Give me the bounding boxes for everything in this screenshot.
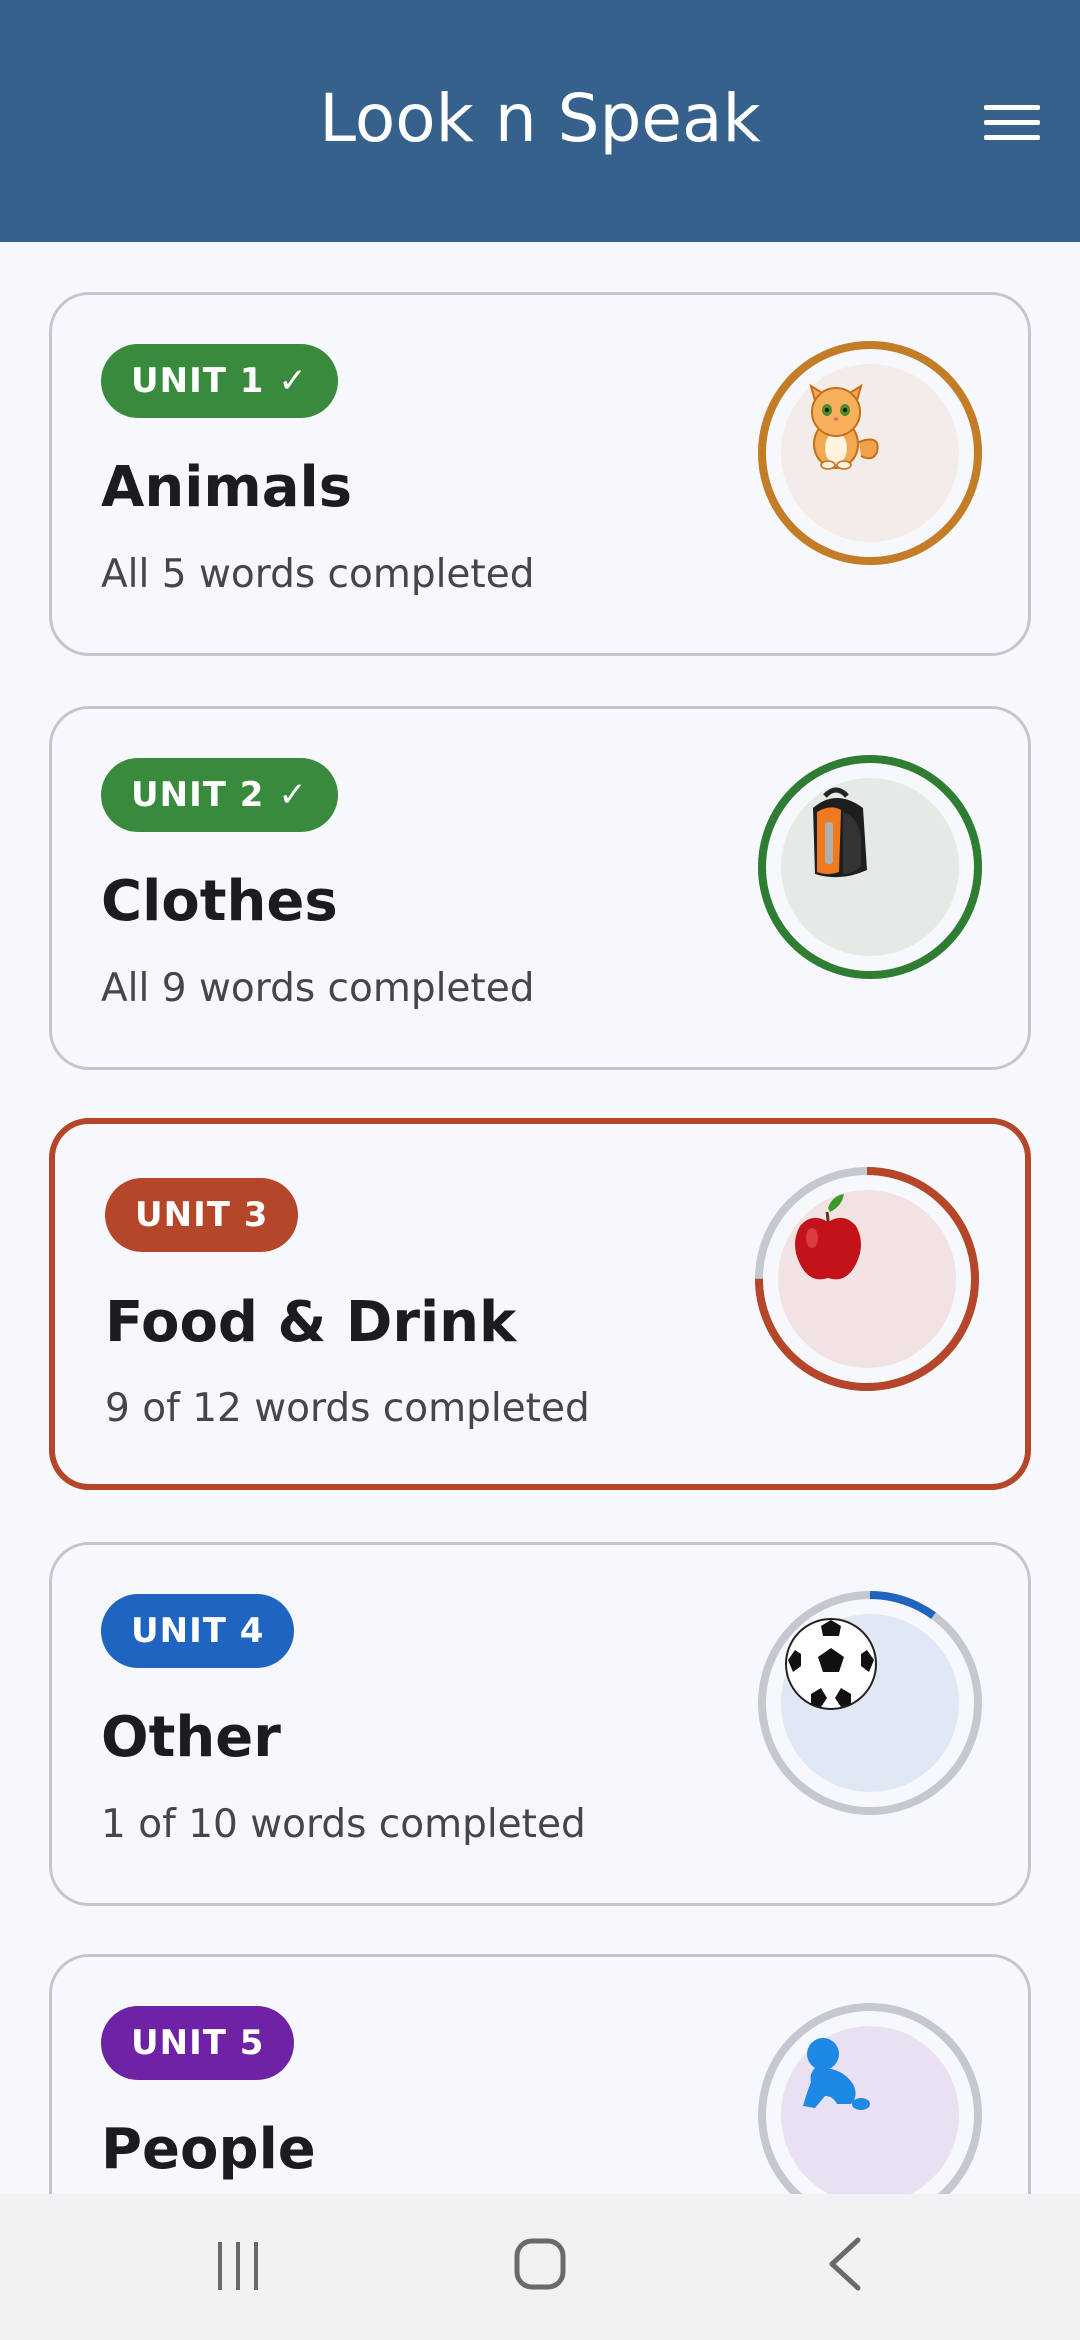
hamburger-menu-icon (984, 104, 1040, 110)
unit-title: Food & Drink (105, 1290, 517, 1355)
unit-image (778, 1190, 956, 1368)
unit-badge-label: UNIT 2 (131, 775, 265, 815)
unit-subtitle: 1 of 10 words completed (101, 1802, 586, 1847)
backpack-icon (813, 787, 867, 878)
unit-image (781, 364, 959, 542)
unit-card-clothes[interactable]: UNIT 2 ✓ Clothes All 9 words completed (49, 706, 1031, 1070)
unit-image (781, 1614, 959, 1792)
unit-badge: UNIT 1 ✓ (101, 344, 338, 418)
unit-card-animals[interactable]: UNIT 1 ✓ Animals All 5 words completed (49, 292, 1031, 656)
back-button[interactable] (820, 2234, 868, 2299)
back-icon (829, 2237, 861, 2291)
unit-title: People (101, 2117, 316, 2182)
menu-button[interactable] (984, 92, 1044, 152)
apple-icon (795, 1194, 861, 1280)
progress-ring (755, 338, 985, 568)
unit-subtitle: All 9 words completed (101, 966, 535, 1011)
unit-card-people[interactable]: UNIT 5 People (49, 1954, 1031, 2194)
progress-ring (755, 1588, 985, 1818)
unit-badge: UNIT 5 (101, 2006, 295, 2080)
unit-badge-label: UNIT 5 (131, 2023, 265, 2063)
unit-subtitle: All 5 words completed (101, 552, 535, 597)
app-title: Look n Speak (319, 79, 761, 157)
check-icon: ✓ (278, 361, 308, 401)
recent-apps-button[interactable] (212, 2234, 264, 2299)
unit-badge-label: UNIT 1 (131, 361, 265, 401)
progress-ring (752, 1164, 982, 1394)
unit-badge: UNIT 2 ✓ (101, 758, 338, 832)
unit-list: UNIT 1 ✓ Animals All 5 words completed U… (0, 242, 1080, 2194)
unit-title: Clothes (101, 869, 338, 934)
check-icon: ✓ (278, 775, 308, 815)
soccer-ball-icon (785, 1618, 877, 1710)
hamburger-bar (984, 134, 1040, 140)
home-button[interactable] (512, 2234, 568, 2299)
unit-title: Animals (101, 455, 353, 520)
home-icon (514, 2238, 566, 2290)
unit-card-food-drink[interactable]: UNIT 3 Food & Drink 9 of 12 words comple… (49, 1118, 1031, 1490)
unit-badge: UNIT 3 (105, 1178, 299, 1252)
unit-image (781, 778, 959, 956)
unit-title: Other (101, 1705, 281, 1770)
cat-icon (809, 383, 879, 470)
unit-badge-label: UNIT 4 (131, 1611, 265, 1651)
progress-ring (755, 2000, 985, 2194)
unit-subtitle: 9 of 12 words completed (105, 1386, 590, 1431)
unit-card-other[interactable]: UNIT 4 Other 1 of 10 words completed (49, 1542, 1031, 1906)
baby-icon (803, 2038, 870, 2110)
progress-ring (755, 752, 985, 982)
hamburger-bar (984, 119, 1040, 125)
system-nav-bar (0, 2194, 1080, 2340)
app-bar: Look n Speak (0, 0, 1080, 242)
unit-image (781, 2026, 959, 2194)
unit-badge-label: UNIT 3 (135, 1195, 269, 1235)
recent-apps-icon (218, 2242, 258, 2290)
unit-badge: UNIT 4 (101, 1594, 295, 1668)
